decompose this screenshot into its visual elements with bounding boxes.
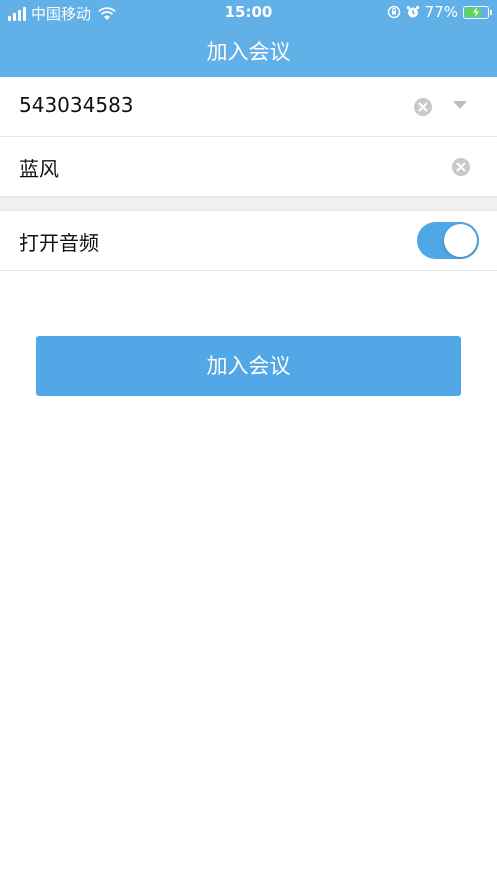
join-meeting-screen: 中国移动 15:00 77% 加入会议 543034583 蓝风 打开音频 加入… bbox=[0, 0, 497, 883]
status-right: 77% bbox=[387, 3, 492, 21]
clear-meeting-id-button[interactable] bbox=[414, 98, 432, 116]
battery-percent: 77% bbox=[424, 3, 458, 21]
section-separator bbox=[0, 197, 497, 211]
chevron-down-icon bbox=[453, 101, 467, 109]
meeting-id-row: 543034583 bbox=[0, 77, 497, 137]
display-name-input[interactable]: 蓝风 bbox=[19, 153, 59, 182]
header: 中国移动 15:00 77% 加入会议 bbox=[0, 0, 497, 77]
audio-label: 打开音频 bbox=[19, 231, 99, 255]
meeting-id-input[interactable]: 543034583 bbox=[19, 93, 134, 117]
dropdown-history-button[interactable] bbox=[452, 99, 468, 111]
close-icon bbox=[456, 162, 466, 172]
close-icon bbox=[418, 102, 428, 112]
join-meeting-button[interactable]: 加入会议 bbox=[36, 336, 461, 396]
toggle-knob bbox=[444, 224, 477, 257]
display-name-row: 蓝风 bbox=[0, 137, 497, 197]
audio-toggle[interactable] bbox=[417, 222, 479, 259]
battery-charging-icon bbox=[463, 5, 492, 19]
status-bar: 中国移动 15:00 77% bbox=[0, 0, 497, 26]
alarm-icon bbox=[406, 6, 419, 18]
orientation-lock-icon bbox=[387, 5, 400, 19]
page-title: 加入会议 bbox=[206, 40, 291, 64]
clear-display-name-button[interactable] bbox=[452, 158, 470, 176]
